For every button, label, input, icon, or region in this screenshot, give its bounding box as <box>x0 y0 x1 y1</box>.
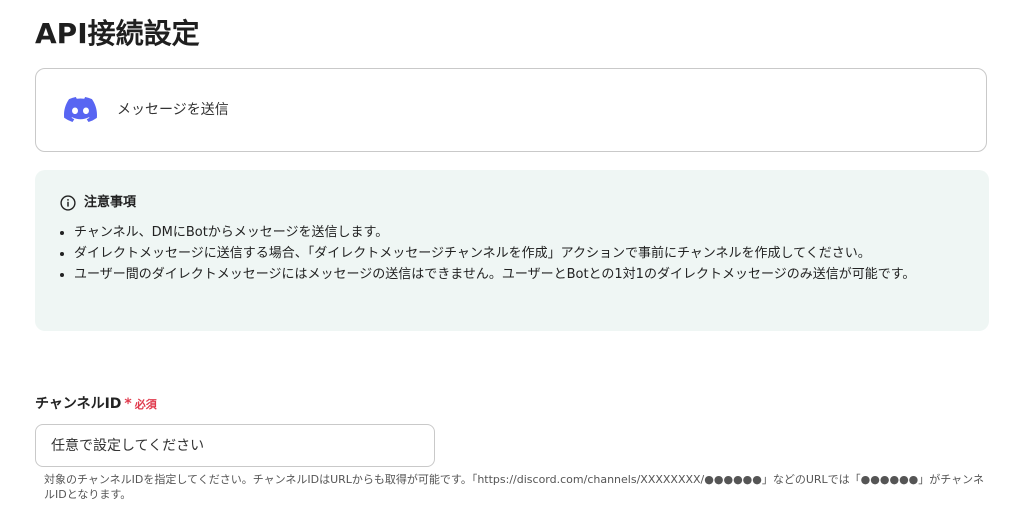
notice-header: 注意事項 <box>60 194 136 212</box>
notice-item: ユーザー間のダイレクトメッセージにはメッセージの送信はできません。ユーザーとBo… <box>74 264 959 285</box>
notice-item: チャンネル、DMにBotからメッセージを送信します。 <box>74 222 959 243</box>
discord-icon <box>64 97 97 122</box>
notice-box: 注意事項 チャンネル、DMにBotからメッセージを送信します。 ダイレクトメッセ… <box>35 170 989 331</box>
channel-id-label: チャンネルID <box>35 396 122 412</box>
channel-id-input[interactable] <box>35 424 435 467</box>
info-icon <box>60 195 76 211</box>
required-badge: 必須 <box>134 398 157 411</box>
notice-list: チャンネル、DMにBotからメッセージを送信します。 ダイレクトメッセージに送信… <box>59 222 959 285</box>
send-message-action-card[interactable]: メッセージを送信 <box>35 68 987 152</box>
send-message-label: メッセージを送信 <box>117 102 229 118</box>
channel-id-help-text: 対象のチャンネルIDを指定してください。チャンネルIDはURLからも取得が可能で… <box>44 473 984 501</box>
notice-item: ダイレクトメッセージに送信する場合、「ダイレクトメッセージチャンネルを作成」アク… <box>74 243 959 264</box>
page-title: API接続設定 <box>35 17 200 50</box>
required-asterisk: * <box>124 396 132 412</box>
channel-id-label-row: チャンネルID * 必須 <box>35 394 157 414</box>
notice-title: 注意事項 <box>84 195 137 210</box>
